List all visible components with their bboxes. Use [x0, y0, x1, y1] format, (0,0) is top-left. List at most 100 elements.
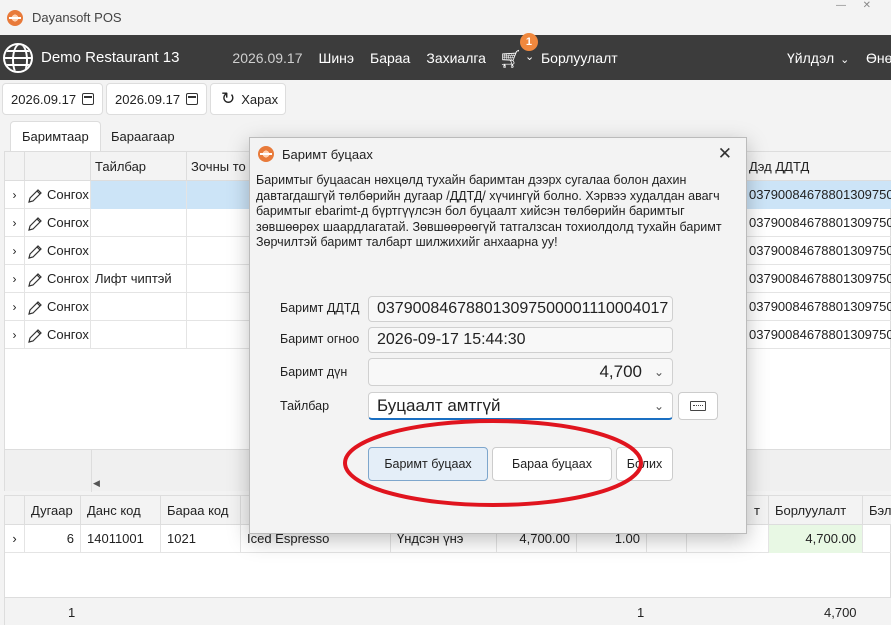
- chevron-down-icon[interactable]: ⌄: [654, 393, 664, 418]
- receipt-date-field[interactable]: 2026-09-17 15:44:30: [368, 327, 673, 353]
- header-account-code[interactable]: Данс код: [81, 496, 161, 525]
- chevron-down-icon: ⌄: [524, 50, 535, 63]
- select-label: Сонгох: [47, 243, 89, 258]
- cancel-button[interactable]: Болих: [616, 447, 673, 481]
- pencil-icon: [25, 299, 47, 315]
- field-receipt-ddtd: Баримт ДДТД 0379008467880130975000011100…: [280, 296, 720, 322]
- chevron-down-icon[interactable]: ⌄: [654, 359, 664, 385]
- header-note[interactable]: Тайлбар: [91, 152, 187, 181]
- select-button[interactable]: Сонгох: [25, 321, 91, 349]
- field-label: Баримт дүн: [280, 365, 348, 379]
- close-icon[interactable]: ✕: [718, 144, 732, 164]
- cell-guest: [187, 181, 257, 209]
- field-receipt-amount: Баримт дүн 4,700 ⌄: [280, 358, 720, 386]
- note-select-value: Буцаалт амтгүй: [377, 396, 501, 415]
- pencil-icon: [25, 271, 47, 287]
- cell-sub-ddtd: 037900846788013097500: [749, 271, 891, 286]
- nav-actions-label: Үйлдэл: [787, 50, 835, 66]
- nav-item-items[interactable]: Бараа: [370, 50, 410, 66]
- date-to-value: 2026.09.17: [115, 91, 181, 107]
- field-receipt-date: Баримт огноо 2026-09-17 15:44:30: [280, 327, 720, 353]
- row-expand-chevron[interactable]: ›: [5, 237, 25, 265]
- date-from-value: 2026.09.17: [11, 91, 77, 107]
- pencil-icon: [25, 215, 47, 231]
- filter-toolbar: 2026.09.17 2026.09.17 ↻ Харах: [0, 80, 891, 118]
- app-logo-icon: [258, 146, 274, 162]
- header-guest[interactable]: Зочны то: [187, 152, 257, 181]
- header-sub-ddtd[interactable]: Дэд ДДТД: [745, 152, 891, 181]
- cell-account-code: 14011001: [81, 525, 161, 553]
- dialog-titlebar: Баримт буцаах: [250, 138, 746, 170]
- row-expand-chevron[interactable]: ›: [5, 293, 25, 321]
- keyboard-icon: [690, 401, 706, 411]
- receipt-ddtd-field[interactable]: 037900846788013097500001110004017: [368, 296, 673, 322]
- nav-date: 2026.09.17: [232, 49, 303, 66]
- select-label: Сонгох: [47, 299, 89, 314]
- nav-item-orders[interactable]: Захиалга: [426, 50, 486, 66]
- nav-item-sales[interactable]: Борлуулалт: [541, 50, 618, 66]
- header-arrow-col: [5, 152, 25, 181]
- receipt-amount-value: 4,700: [599, 362, 642, 381]
- header-arrow-col: [5, 496, 25, 525]
- select-button[interactable]: Сонгох: [25, 237, 91, 265]
- cart-badge: 1: [519, 32, 538, 51]
- calendar-icon[interactable]: [82, 93, 94, 105]
- nav-item-new[interactable]: Шинэ: [318, 50, 354, 66]
- select-label: Сонгох: [47, 271, 89, 286]
- header-select-col: [25, 152, 91, 181]
- cell-sub-ddtd: 037900846788013097500: [749, 327, 891, 342]
- header-item-code[interactable]: Бараа код: [161, 496, 241, 525]
- header-number[interactable]: Дугаар: [25, 496, 81, 525]
- footer-sales-total: 4,700: [824, 605, 857, 620]
- date-to-picker[interactable]: 2026.09.17: [106, 83, 207, 115]
- header-sales[interactable]: Борлуулалт: [769, 496, 863, 525]
- cell-note: [91, 293, 187, 321]
- cell-guest: [187, 265, 257, 293]
- cell-guest: [187, 237, 257, 265]
- header-cash[interactable]: Бэл: [863, 496, 891, 525]
- select-button[interactable]: Сонгох: [25, 209, 91, 237]
- row-expand-chevron[interactable]: ›: [5, 265, 25, 293]
- select-button[interactable]: Сонгох: [25, 293, 91, 321]
- cell-guest: [187, 293, 257, 321]
- row-expand-chevron[interactable]: ›: [5, 321, 25, 349]
- items-grid-footer: 1 1 4,700: [5, 597, 891, 625]
- tab-by-item[interactable]: Бараагаар: [100, 121, 186, 151]
- select-label: Сонгох: [47, 187, 89, 202]
- cart-button[interactable]: 🛒︎ 1 ⌄: [498, 32, 538, 70]
- keyboard-button[interactable]: [678, 392, 718, 420]
- return-receipt-button[interactable]: Баримт буцаах: [368, 447, 488, 481]
- app-logo-icon: [7, 9, 23, 26]
- restaurant-name[interactable]: Demo Restaurant 13: [41, 49, 179, 66]
- nav-more[interactable]: Өнө: [866, 50, 891, 66]
- select-button[interactable]: Сонгох: [25, 265, 91, 293]
- view-button-label: Харах: [241, 91, 279, 107]
- view-button[interactable]: ↻ Харах: [210, 83, 286, 115]
- note-select[interactable]: Буцаалт амтгүй ⌄: [368, 392, 673, 420]
- cell-note: Лифт чиптэй: [91, 265, 187, 293]
- window-title: Dayansoft POS: [32, 10, 122, 25]
- cell-note: [91, 321, 187, 349]
- field-note: Тайлбар Буцаалт амтгүй ⌄: [280, 392, 720, 420]
- row-expand-chevron[interactable]: ›: [5, 525, 25, 553]
- cell-number: 6: [25, 525, 81, 553]
- cell-note: [91, 237, 187, 265]
- calendar-icon[interactable]: [186, 93, 198, 105]
- select-label: Сонгох: [47, 215, 89, 230]
- dialog-title: Баримт буцаах: [282, 146, 373, 162]
- globe-icon[interactable]: [3, 42, 33, 73]
- cart-icon: 🛒︎: [498, 48, 522, 69]
- window-controls[interactable]: — ✕: [836, 0, 871, 11]
- row-expand-chevron[interactable]: ›: [5, 181, 25, 209]
- cell-cash: [863, 525, 891, 553]
- select-button[interactable]: Сонгох: [25, 181, 91, 209]
- return-items-button[interactable]: Бараа буцаах: [492, 447, 612, 481]
- nav-actions-menu[interactable]: Үйлдэл ⌄: [787, 50, 849, 66]
- scroll-left-icon[interactable]: ◀: [93, 478, 100, 489]
- tab-by-receipt[interactable]: Баримтаар: [10, 121, 101, 151]
- chevron-down-icon: ⌄: [840, 54, 850, 66]
- receipt-amount-field[interactable]: 4,700 ⌄: [368, 358, 673, 386]
- cell-sub-ddtd: 037900846788013097500: [749, 299, 891, 314]
- date-from-picker[interactable]: 2026.09.17: [2, 83, 103, 115]
- row-expand-chevron[interactable]: ›: [5, 209, 25, 237]
